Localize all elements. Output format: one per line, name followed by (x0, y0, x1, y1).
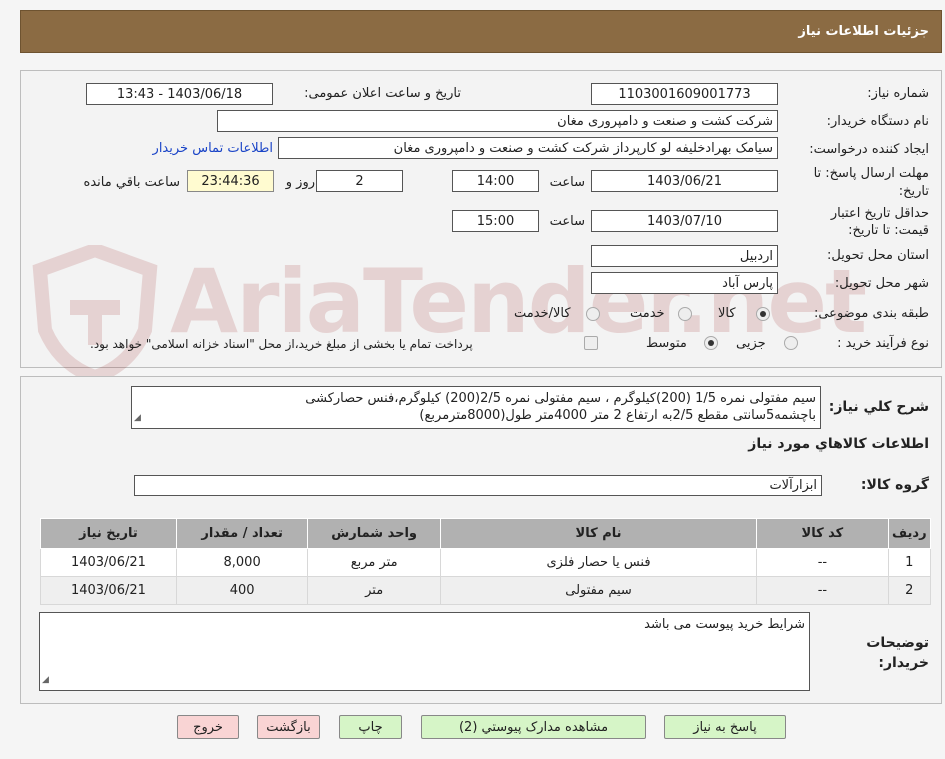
print-button[interactable]: چاپ (339, 715, 402, 739)
summary-label: شرح کلي نياز: (828, 399, 929, 415)
goods-table: رديف کد کالا نام کالا واحد شمارش تعداد /… (40, 518, 932, 605)
buyer-org-field[interactable]: شرکت کشت و صنعت و دامپروری مغان (217, 110, 778, 132)
buyer-org-label: نام دستگاه خریدار: (826, 114, 929, 129)
buyer-contact-link[interactable]: اطلاعات تماس خریدار (153, 141, 273, 156)
countdown-timer: 23:44:36 (187, 170, 274, 192)
buyer-notes-label: توضیحات خریدار: (866, 633, 929, 673)
city-field[interactable]: پارس آباد (591, 272, 778, 294)
days-label: روز و (285, 175, 315, 190)
creator-field[interactable]: سیامک بهرادخلیفه لو کارپرداز شرکت کشت و … (278, 137, 778, 159)
process-radio-medium[interactable] (704, 336, 718, 350)
category-radio-goods-service[interactable] (586, 307, 600, 321)
view-attachments-button[interactable]: مشاهده مدارک پیوستي (2) (421, 715, 646, 739)
creator-label: ایجاد کننده درخواست: (809, 142, 929, 157)
province-label: استان محل تحویل: (827, 248, 929, 263)
cell-code: -- (756, 548, 889, 577)
deadline-date-field[interactable]: 1403/06/21 (591, 170, 778, 192)
days-remaining-field[interactable]: 2 (316, 170, 403, 192)
col-row: رديف (887, 518, 932, 549)
cell-unit: متر مربع (307, 548, 441, 577)
exit-button[interactable]: خروج (177, 715, 239, 739)
cell-name: سیم مفتولی (439, 576, 758, 605)
cell-unit: متر (307, 576, 441, 605)
col-unit: واحد شمارش (307, 518, 441, 549)
page-header: جزئیات اطلاعات نیاز (20, 10, 942, 53)
col-code: کد کالا (756, 518, 889, 549)
cell-row: 2 (887, 576, 932, 605)
goods-table-header: رديف کد کالا نام کالا واحد شمارش تعداد /… (40, 518, 932, 549)
category-option-goods: کالا (718, 306, 736, 321)
announce-datetime-field[interactable]: 1403/06/18 - 13:43 (86, 83, 273, 105)
goods-info-title: اطلاعات کالاهاي مورد نياز (748, 436, 929, 452)
summary-line-2: باچشمه5سانتی مقطع 2/5به ارتفاع 2 متر 400… (419, 408, 816, 423)
resize-grip-icon[interactable]: ◢ (134, 410, 141, 427)
price-validity-time-label: ساعت (549, 214, 585, 229)
price-validity-date-field[interactable]: 1403/07/10 (591, 210, 778, 232)
city-label: شهر محل تحویل: (834, 276, 929, 291)
col-name: نام کالا (439, 518, 758, 549)
page-title: جزئیات اطلاعات نیاز (798, 24, 929, 39)
cell-row: 1 (887, 548, 932, 577)
deadline-time-label: ساعت (549, 175, 585, 190)
table-row: 2 -- سیم مفتولی متر 400 1403/06/21 (40, 576, 932, 605)
goods-group-field[interactable]: ابزارآلات (134, 475, 822, 496)
summary-textarea[interactable]: سیم مفتولی نمره 1/5 (200)کیلوگرم ، سیم م… (131, 386, 821, 429)
price-validity-label: حداقل تاریخ اعتبار قیمت: تا تاریخ: (830, 206, 929, 238)
need-number-label: شماره نیاز: (867, 86, 929, 101)
process-option-medium: متوسط (646, 336, 687, 351)
back-button[interactable]: بازگشت (257, 715, 320, 739)
goods-group-label: گروه کالا: (860, 477, 929, 493)
resize-grip-icon[interactable]: ◢ (42, 672, 49, 689)
process-radio-minor[interactable] (784, 336, 798, 350)
announce-datetime-label: تاریخ و ساعت اعلان عمومی: (304, 86, 461, 101)
treasury-bonds-checkbox[interactable] (584, 336, 598, 350)
remaining-label: ساعت باقي مانده (83, 175, 180, 190)
watermark-shield-icon (32, 245, 158, 380)
buyer-notes-textarea[interactable]: شرایط خرید پیوست می باشد ◢ (39, 612, 810, 691)
cell-need-date: 1403/06/21 (40, 548, 177, 577)
buyer-notes-label-line-1: توضیحات (866, 635, 929, 651)
cell-code: -- (756, 576, 889, 605)
summary-line-1: سیم مفتولی نمره 1/5 (200)کیلوگرم ، سیم م… (305, 391, 816, 406)
need-number-field[interactable]: 1103001609001773 (591, 83, 778, 105)
reply-button[interactable]: پاسخ به نیاز (664, 715, 786, 739)
treasury-bonds-note: پرداخت تمام یا بخشی از مبلغ خرید،از محل … (90, 337, 473, 351)
category-label: طبقه بندی موضوعی: (813, 306, 929, 321)
col-need-date: تاریخ نیاز (40, 518, 177, 549)
process-type-label: نوع فرآیند خرید : (837, 336, 929, 351)
cell-name: فنس یا حصار فلزی (439, 548, 758, 577)
category-option-goods-service: کالا/خدمت (514, 306, 571, 321)
category-radio-service[interactable] (678, 307, 692, 321)
deadline-time-field[interactable]: 14:00 (452, 170, 539, 192)
cell-quantity: 400 (175, 576, 309, 605)
col-quantity: تعداد / مقدار (175, 518, 309, 549)
cell-quantity: 8,000 (175, 548, 309, 577)
buyer-notes-label-line-2: خریدار: (878, 655, 929, 671)
category-option-service: خدمت (630, 306, 665, 321)
province-field[interactable]: اردبیل (591, 245, 778, 267)
price-validity-time-field[interactable]: 15:00 (452, 210, 539, 232)
category-radio-goods[interactable] (756, 307, 770, 321)
deadline-label: مهلت ارسال پاسخ: تا تاریخ: (813, 166, 929, 199)
table-row: 1 -- فنس یا حصار فلزی متر مربع 8,000 140… (40, 548, 932, 577)
buyer-notes-text: شرایط خرید پیوست می باشد (644, 617, 805, 632)
process-option-minor: جزیی (736, 336, 766, 351)
cell-need-date: 1403/06/21 (40, 576, 177, 605)
